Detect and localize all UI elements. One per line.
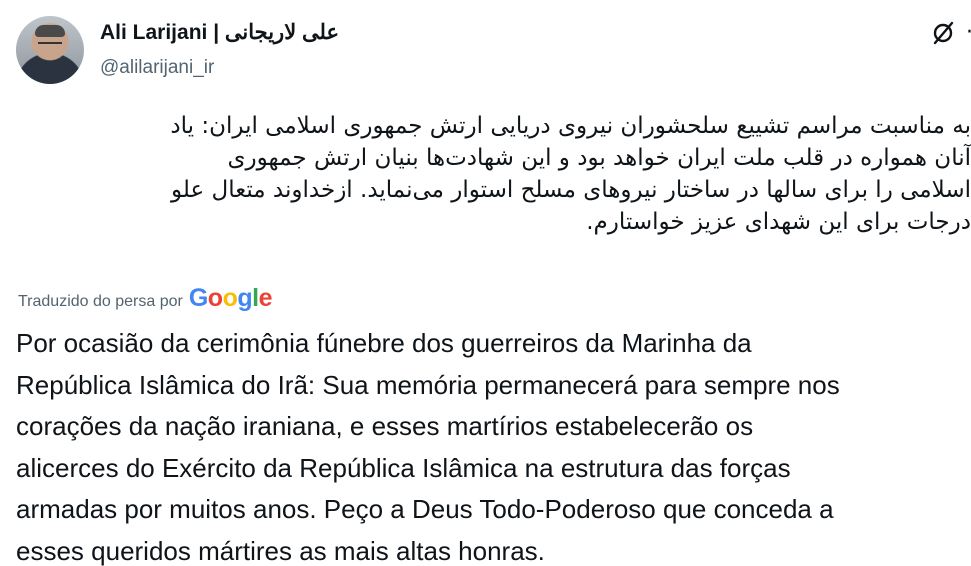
tweet-translated-text: Por ocasião da cerimônia fúnebre dos gue… xyxy=(16,323,966,566)
avatar-glasses xyxy=(38,42,62,50)
translated-text-line: corações da nação iraniana, e esses mart… xyxy=(16,411,754,441)
translated-text-line: Por ocasião da cerimônia fúnebre dos gue… xyxy=(16,328,752,358)
author-handle[interactable]: @alilarijani_ir xyxy=(100,57,214,79)
avatar[interactable] xyxy=(16,16,84,84)
translation-attribution[interactable]: Traduzido do persa por Google xyxy=(18,284,273,313)
author-display-name[interactable]: Ali Larijani | علی لاریجانی xyxy=(100,20,339,45)
author-name-row[interactable]: Ali Larijani | علی لاریجانی xyxy=(100,20,339,45)
google-logo: Google xyxy=(188,284,273,312)
translated-text-line: armadas por muitos anos. Peço a Deus Tod… xyxy=(16,494,834,524)
translated-text-line: República Islâmica do Irã: Sua memória p… xyxy=(16,369,840,400)
tweet-original-text: به مناسبت مراسم تشییع سلحشوران نیروی دری… xyxy=(0,110,971,238)
original-text-line: درجات برای این شهدای عزیز خواستارم. xyxy=(586,209,971,235)
original-text-line: اسلامی را برای سالها در ساختار نیروهای م… xyxy=(171,177,971,203)
translated-text-line: alicerces do Exército da República Islâm… xyxy=(16,452,791,483)
tweet-top-actions: · xyxy=(930,20,971,46)
original-text-line: به مناسبت مراسم تشییع سلحشوران نیروی دری… xyxy=(170,113,971,139)
original-text-line: آنان همواره در قلب ملت ایران خواهد بود و… xyxy=(227,145,971,171)
translation-attribution-label: Traduzido do persa por xyxy=(18,293,183,310)
avatar-hair xyxy=(35,25,65,37)
translated-text-line: esses queridos mártires as mais altas ho… xyxy=(16,535,545,566)
tweet-card: Ali Larijani | علی لاریجانی @alilarijani… xyxy=(0,0,971,566)
grok-icon[interactable] xyxy=(930,20,956,46)
more-dots-icon[interactable]: · xyxy=(966,22,971,44)
